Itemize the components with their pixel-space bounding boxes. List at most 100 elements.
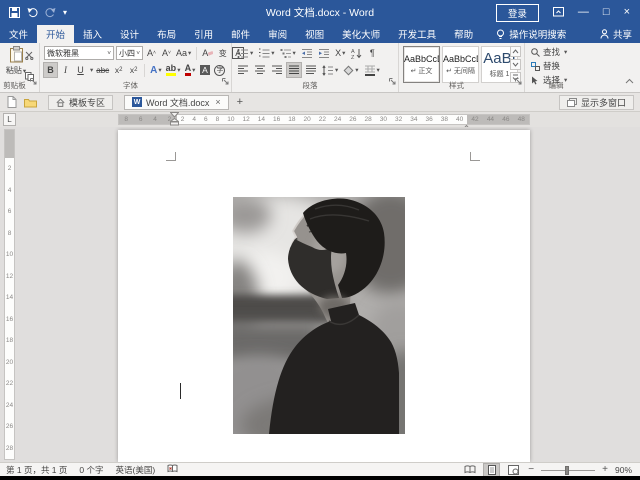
word-count[interactable]: 0 个字 — [79, 464, 103, 476]
maximize-button[interactable]: □ — [603, 7, 610, 18]
underline-dropdown[interactable]: ▾ — [90, 66, 93, 74]
close-button[interactable]: × — [624, 7, 630, 18]
style-card-normal[interactable]: AaBbCcDd ↵ 正文 — [403, 46, 440, 83]
find-button[interactable]: 查找▾ — [531, 46, 567, 58]
zoom-slider[interactable] — [541, 464, 595, 476]
tab-review[interactable]: 审阅 — [259, 25, 296, 43]
tab-developer[interactable]: 开发工具 — [389, 25, 445, 43]
justify-button[interactable] — [287, 63, 301, 77]
italic-button[interactable]: I — [59, 63, 72, 77]
redo-icon[interactable] — [45, 7, 56, 18]
vertical-ruler-top-margin — [5, 130, 14, 158]
line-spacing-button[interactable]: ▾ — [321, 63, 339, 77]
horizontal-ruler: L 8642 246810121416182022242628303234363… — [0, 112, 640, 127]
align-right-button[interactable] — [270, 63, 284, 77]
tab-beautify[interactable]: 美化大师 — [333, 25, 389, 43]
save-icon[interactable] — [9, 7, 20, 18]
change-case-button[interactable]: Aa▾ — [175, 46, 192, 60]
tab-insert[interactable]: 插入 — [74, 25, 111, 43]
increase-indent-button[interactable] — [317, 46, 331, 60]
tab-design[interactable]: 设计 — [111, 25, 148, 43]
font-name-select[interactable]: 微软雅黑˅ — [44, 46, 114, 60]
tab-layout[interactable]: 布局 — [148, 25, 185, 43]
shrink-font-button[interactable]: A˅ — [160, 46, 173, 60]
eraser-icon — [208, 51, 213, 56]
decrease-indent-button[interactable] — [300, 46, 314, 60]
close-tab-icon[interactable]: × — [215, 97, 220, 107]
ribbon-display-options-icon[interactable] — [553, 4, 564, 22]
tab-stop-selector[interactable]: L — [3, 113, 16, 126]
subscript-button[interactable]: x2 — [112, 63, 125, 77]
collapse-ribbon-icon[interactable] — [625, 71, 634, 89]
tab-help[interactable]: 帮助 — [445, 25, 482, 43]
asian-layout-button[interactable]: X▾ — [334, 46, 347, 60]
styles-dialog-launcher[interactable] — [515, 72, 522, 90]
show-multi-window-button[interactable]: 显示多窗口 — [559, 95, 634, 110]
document-tab-active[interactable]: W Word 文档.docx × — [124, 95, 229, 110]
open-folder-icon[interactable] — [24, 97, 37, 108]
highlight-color-button[interactable]: ab▾ — [165, 63, 182, 77]
font-size-select[interactable]: 小四˅ — [116, 46, 143, 60]
numbering-button[interactable]: ▾ — [257, 46, 275, 60]
strikethrough-button[interactable]: abc — [95, 63, 110, 77]
font-dialog-launcher[interactable] — [222, 72, 229, 90]
align-left-button[interactable] — [236, 63, 250, 77]
undo-icon[interactable] — [27, 7, 38, 18]
character-shading-button[interactable]: A — [198, 63, 211, 77]
grow-font-button[interactable]: A˄ — [145, 46, 158, 60]
superscript-button[interactable]: x2 — [127, 63, 140, 77]
vertical-ruler: 246810121416182022242628 — [4, 129, 15, 460]
phonetic-guide-button[interactable]: 变 — [216, 46, 229, 60]
multilevel-list-button[interactable]: ▾ — [279, 46, 297, 60]
tab-mailings[interactable]: 邮件 — [222, 25, 259, 43]
shading-button[interactable]: ▾ — [342, 63, 359, 77]
signin-button[interactable]: 登录 — [496, 4, 539, 22]
share-button[interactable]: 共享 — [600, 25, 632, 43]
style-card-no-spacing[interactable]: AaBbCcDd ↵ 无间隔 — [442, 46, 479, 83]
tab-references[interactable]: 引用 — [185, 25, 222, 43]
distribute-button[interactable] — [304, 63, 318, 77]
tab-home[interactable]: 开始 — [37, 25, 74, 43]
minimize-button[interactable]: — — [578, 7, 589, 18]
clipboard-dialog-launcher[interactable] — [30, 72, 37, 90]
document-page[interactable] — [118, 130, 530, 462]
underline-button[interactable]: U — [74, 63, 87, 77]
template-zone-tab[interactable]: 模板专区 — [48, 95, 113, 110]
paragraph-group-label: 段落 — [232, 80, 388, 91]
print-layout-icon[interactable] — [484, 464, 499, 476]
web-layout-icon[interactable] — [506, 464, 521, 476]
customize-qat-icon[interactable]: ▾ — [63, 8, 67, 17]
font-color-button[interactable]: A▾ — [183, 63, 196, 77]
proofing-book-icon[interactable] — [167, 464, 178, 475]
text-effects-button[interactable]: A▾ — [149, 63, 163, 77]
tell-me-search[interactable]: 操作说明搜索 — [496, 25, 566, 43]
tab-view[interactable]: 视图 — [296, 25, 333, 43]
zoom-out-button[interactable]: − — [528, 464, 534, 475]
zoom-level[interactable]: 90% — [615, 465, 632, 475]
new-document-icon[interactable] — [7, 96, 17, 108]
ruler-right-margin: 42444648 — [467, 115, 529, 124]
title-bar: ▾ Word 文档.docx - Word 登录 — □ × — [0, 0, 640, 25]
language-indicator[interactable]: 英语(美国) — [116, 464, 156, 476]
clear-formatting-button[interactable]: A — [201, 46, 214, 60]
borders-button[interactable]: ▾ — [363, 63, 381, 77]
zoom-slider-thumb[interactable] — [565, 466, 569, 475]
zoom-in-button[interactable]: + — [602, 464, 608, 475]
bullets-button[interactable]: ▾ — [236, 46, 254, 60]
page-indicator[interactable]: 第 1 页，共 1 页 — [6, 464, 67, 476]
tab-file[interactable]: 文件 — [0, 25, 37, 43]
replace-button[interactable]: 替换 — [531, 60, 567, 72]
styles-group-label: 样式 — [399, 80, 514, 91]
sort-button[interactable]: AZ — [350, 46, 363, 60]
paragraph-group: ▾ ▾ ▾ X▾ AZ ¶ ▾ ▾ ▾ 段落 — [232, 43, 399, 92]
align-center-button[interactable] — [253, 63, 267, 77]
bold-button[interactable]: B — [44, 63, 57, 77]
read-mode-icon[interactable] — [462, 464, 477, 476]
show-hide-marks-button[interactable]: ¶ — [366, 46, 379, 60]
document-photo[interactable] — [233, 197, 405, 434]
styles-scroll-down-icon[interactable] — [510, 59, 521, 70]
new-tab-button[interactable]: + — [237, 96, 243, 108]
cut-icon[interactable] — [25, 47, 34, 65]
paragraph-dialog-launcher[interactable] — [389, 72, 396, 90]
styles-scroll-up-icon[interactable] — [510, 46, 521, 57]
